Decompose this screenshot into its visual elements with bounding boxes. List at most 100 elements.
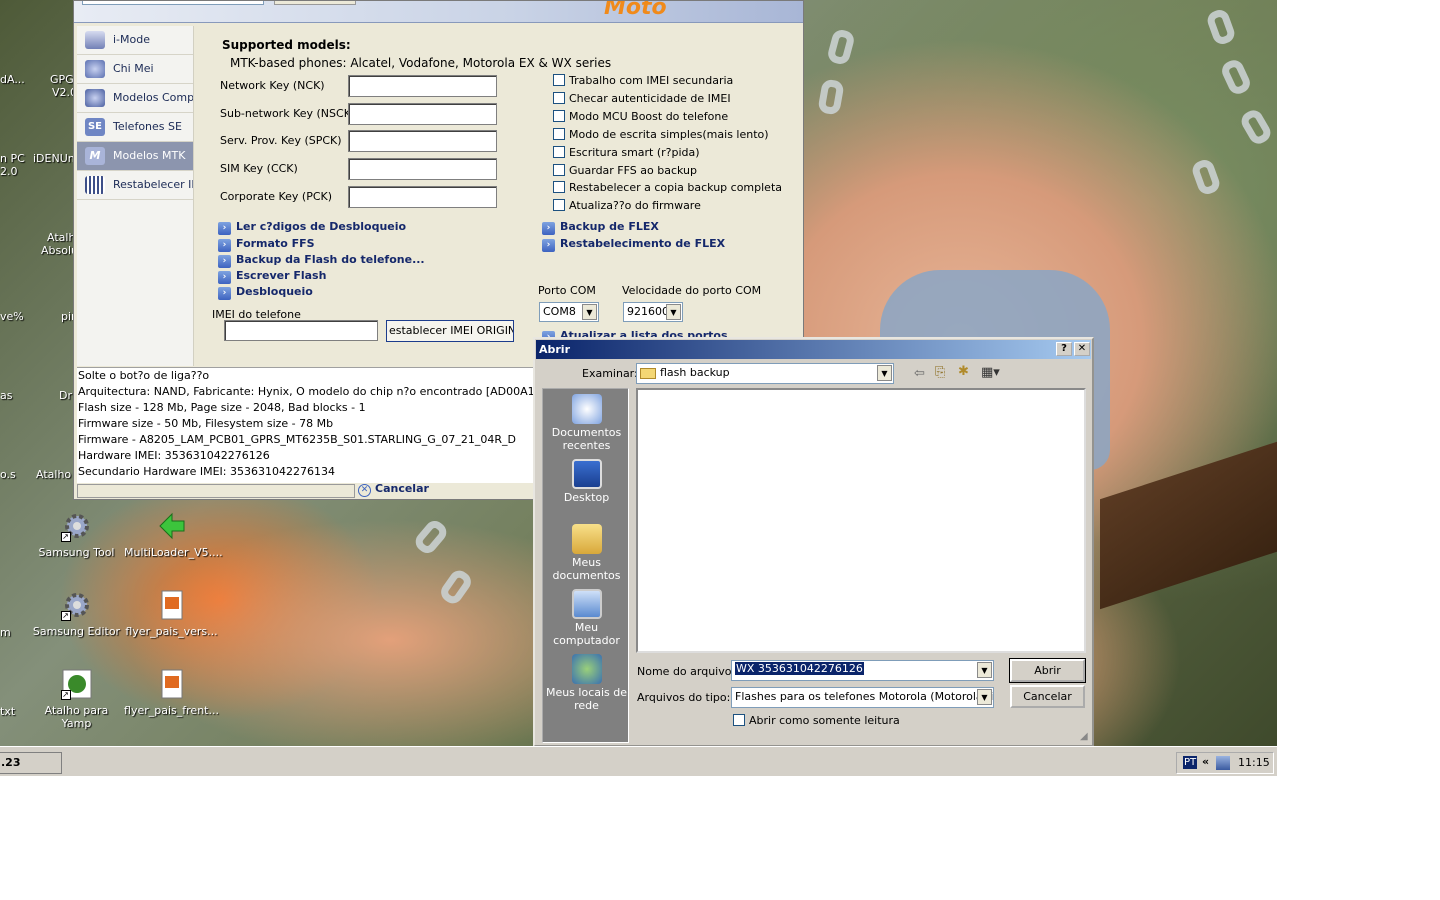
lookin-select[interactable]: flash backup ▼ (636, 363, 894, 384)
filetype-select[interactable]: Flashes para os telefones Motorola (Moto… (731, 687, 994, 708)
flash-backup-link[interactable]: › Backup da Flash do telefone... (218, 253, 425, 268)
place-my-computer[interactable]: Meu computador (543, 589, 630, 647)
desktop-edge-label[interactable]: o.s (0, 468, 16, 481)
option-checkbox[interactable] (553, 110, 565, 122)
taskbar-window-button[interactable]: .23 (0, 752, 62, 774)
network-tray-icon[interactable] (1216, 756, 1230, 770)
app-header-banner: Moto (74, 1, 803, 23)
option-checkbox[interactable] (553, 128, 565, 140)
option-checkbox[interactable] (553, 199, 565, 211)
desktop-icon-yamp[interactable]: ↗ Atalho para Yamp (29, 668, 124, 730)
help-button[interactable]: ? (1056, 342, 1072, 356)
wallpaper-chain (825, 27, 857, 67)
imode-icon (85, 31, 105, 49)
nck-input[interactable] (348, 75, 497, 97)
unlock-link[interactable]: › Desbloqueio (218, 285, 313, 300)
write-flash-link[interactable]: › Escrever Flash (218, 269, 326, 284)
flex-restore-link[interactable]: › Restabelecimento de FLEX (542, 237, 725, 252)
readonly-checkbox[interactable] (733, 714, 745, 726)
option-checkbox[interactable] (553, 164, 565, 176)
cck-label: SIM Key (CCK) (220, 162, 298, 175)
wallpaper-chain (411, 516, 451, 558)
filetype-value: Flashes para os telefones Motorola (Moto… (735, 690, 994, 703)
desktop-icon-samsung-editor[interactable]: ↗ Samsung Editor (29, 589, 124, 638)
sidebar-item-imode[interactable]: i-Mode (77, 26, 193, 55)
desktop-icon-flyer-frent[interactable]: flyer_pais_frent... (124, 668, 219, 717)
desktop-edge-label[interactable]: Atalho (36, 468, 71, 481)
option-checkbox[interactable] (553, 181, 565, 193)
desktop-edge-label[interactable]: m (0, 626, 11, 639)
sidebar-item-label: Chi Mei (113, 62, 154, 75)
desktop-edge-label[interactable]: txt (0, 705, 15, 718)
desktop-icon-label: Atalho para Yamp (44, 704, 109, 730)
place-label: Meus locais de rede (545, 686, 628, 712)
desktop-edge-label[interactable]: ve% (0, 310, 24, 323)
desktop-edge-label[interactable]: GPG (50, 73, 74, 86)
readonly-label: Abrir como somente leitura (749, 714, 900, 727)
view-menu-icon[interactable]: ▦▾ (981, 365, 1000, 380)
sidebar-item-chimei[interactable]: Chi Mei (77, 55, 193, 84)
sidebar-item-compal[interactable]: Modelos Compal (77, 84, 193, 113)
place-my-documents[interactable]: Meus documentos (543, 524, 630, 582)
header-button[interactable] (274, 1, 356, 5)
option-checkbox[interactable] (553, 74, 565, 86)
desktop-edge-label[interactable]: Atalh (47, 231, 75, 244)
desktop-icon-label: flyer_pais_frent... (124, 704, 219, 717)
desktop-icon-samsung-tool[interactable]: ↗ Samsung Tool (29, 510, 124, 559)
model-combo[interactable] (82, 1, 264, 5)
format-ffs-link[interactable]: › Formato FFS (218, 237, 315, 252)
nck-label: Network Key (NCK) (220, 79, 325, 92)
file-list[interactable] (636, 388, 1086, 653)
sidebar-item-modelos-mtk[interactable]: M Modelos MTK (77, 142, 193, 171)
place-desktop[interactable]: Desktop (543, 459, 630, 504)
cck-input[interactable] (348, 158, 497, 180)
dialog-cancel-button[interactable]: Cancelar (1010, 685, 1085, 708)
desktop-edge-label[interactable]: Dr (59, 389, 72, 402)
place-label: Desktop (563, 491, 610, 504)
spck-input[interactable] (348, 130, 497, 152)
place-label: Meus documentos (552, 556, 621, 582)
desktop-edge-label[interactable]: iDENUnl (33, 152, 78, 165)
sidebar-item-telefones-se[interactable]: SE Telefones SE (77, 113, 193, 142)
place-label: Meu computador (553, 621, 620, 647)
pck-input[interactable] (348, 186, 497, 208)
wallpaper-bench (1100, 440, 1277, 610)
open-button[interactable]: Abrir (1009, 658, 1086, 683)
desktop-icon-flyer-vers[interactable]: flyer_pais_vers... (124, 589, 219, 638)
option-label: Escritura smart (r?pida) (569, 146, 700, 159)
option-checkbox[interactable] (553, 92, 565, 104)
desktop-icon-multiloader[interactable]: MultiLoader_V5.... (124, 510, 223, 559)
place-network[interactable]: Meus locais de rede (543, 654, 630, 712)
folder-icon (640, 367, 656, 379)
option-label: Modo de escrita simples(mais lento) (569, 128, 769, 141)
desktop-edge-label[interactable]: as (0, 389, 12, 402)
restore-original-imei-button[interactable]: establecer IMEI ORIGINAL (386, 320, 514, 342)
app-logo: Moto (604, 0, 667, 20)
com-speed-select[interactable]: 921600 ▼ (623, 302, 683, 322)
up-folder-icon[interactable]: ⎘ (935, 365, 945, 380)
show-hidden-icons[interactable]: « (1202, 755, 1209, 768)
desktop-edge-label[interactable]: n PC (0, 152, 25, 165)
imei-input[interactable] (224, 320, 378, 341)
place-recent-documents[interactable]: Documentos recentes (543, 394, 630, 452)
option-label: Trabalho com IMEI secundaria (569, 74, 734, 87)
nsck-input[interactable] (348, 103, 497, 125)
compal-icon (85, 89, 105, 107)
close-button[interactable]: ✕ (1074, 342, 1090, 356)
se-icon: SE (85, 118, 105, 136)
desktop-edge-label[interactable]: dA... (0, 73, 25, 86)
document-image-icon (156, 589, 188, 621)
cancel-button[interactable]: ✕ Cancelar (358, 482, 429, 497)
language-indicator[interactable]: PT (1183, 756, 1198, 769)
lookin-label: Examinar: (582, 367, 638, 380)
resize-grip-icon[interactable]: ◢ (1080, 731, 1088, 742)
flex-backup-link[interactable]: › Backup de FLEX (542, 220, 659, 235)
com-port-select[interactable]: COM8 ▼ (539, 302, 599, 322)
back-icon[interactable]: ⇦ (914, 366, 925, 381)
option-checkbox[interactable] (553, 146, 565, 158)
read-unlock-codes-link[interactable]: › Ler c?digos de Desbloqueio (218, 220, 406, 235)
option-label: Modo MCU Boost do telefone (569, 110, 729, 123)
sidebar-item-restabelecer-imei[interactable]: Restabelecer IM (77, 171, 193, 200)
new-folder-icon[interactable]: ✱ (958, 364, 969, 379)
filename-input[interactable]: WX 353631042276126 ▼ (731, 660, 994, 681)
